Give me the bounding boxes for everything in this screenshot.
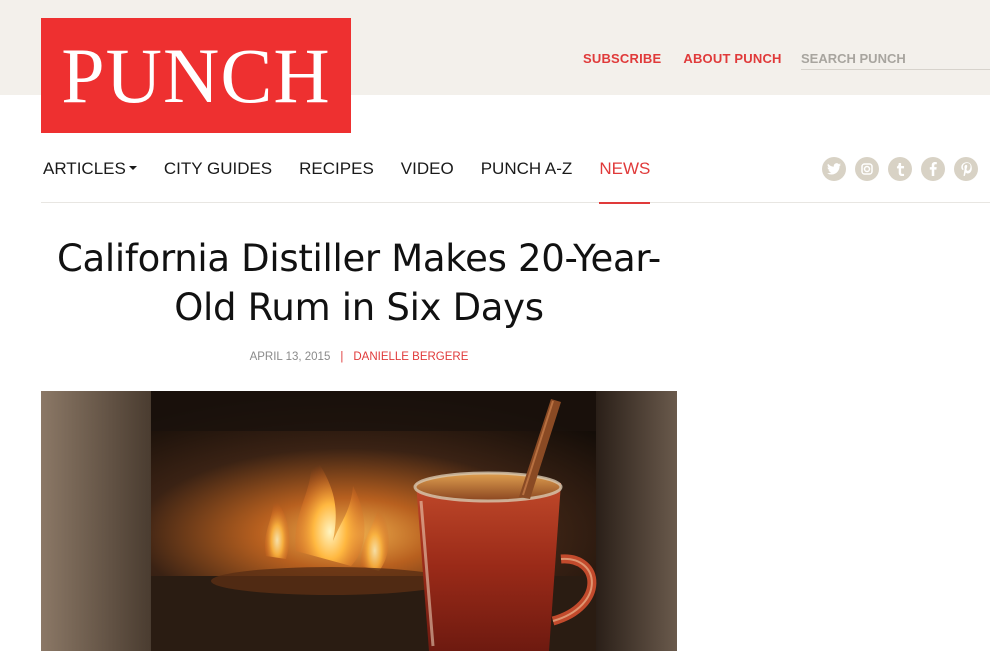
meta-separator: |: [340, 351, 344, 363]
nav-item-recipes[interactable]: RECIPES: [299, 150, 374, 203]
author-link[interactable]: DANIELLE BERGERE: [353, 351, 468, 363]
nav-item-city-guides[interactable]: CITY GUIDES: [164, 150, 272, 203]
utility-nav: SUBSCRIBE ABOUT PUNCH: [583, 51, 804, 66]
social-links: [822, 157, 987, 181]
nav-item-label: VIDEO: [400, 159, 454, 178]
nav-item-label: CITY GUIDES: [163, 159, 273, 178]
hero-image: [41, 391, 677, 651]
nav-item-label: NEWS: [599, 159, 651, 178]
pinterest-icon[interactable]: [954, 157, 978, 181]
instagram-icon[interactable]: [855, 157, 879, 181]
nav-item-punch-a-z[interactable]: PUNCH A-Z: [481, 150, 573, 203]
about-punch-link[interactable]: ABOUT PUNCH: [683, 51, 781, 66]
article-meta: APRIL 13, 2015 | DANIELLE BERGERE: [41, 351, 677, 363]
article-title: California Distiller Makes 20-Year-Old R…: [57, 237, 661, 329]
nav-item-label: PUNCH A-Z: [480, 159, 573, 178]
subscribe-link[interactable]: SUBSCRIBE: [583, 51, 661, 66]
search-box: [801, 48, 990, 70]
nav-item-video[interactable]: VIDEO: [401, 150, 454, 203]
site-logo[interactable]: PUNCH: [41, 18, 351, 133]
nav-item-label: RECIPES: [299, 159, 374, 178]
hero-illustration: [41, 391, 677, 651]
nav-item-articles[interactable]: ARTICLES: [43, 150, 137, 203]
facebook-icon[interactable]: [921, 157, 945, 181]
tumblr-icon[interactable]: [888, 157, 912, 181]
nav-item-news[interactable]: NEWS: [599, 150, 651, 204]
nav-item-label: ARTICLES: [43, 159, 126, 178]
twitter-icon[interactable]: [822, 157, 846, 181]
search-input[interactable]: [801, 48, 990, 69]
article-date: APRIL 13, 2015: [249, 351, 331, 363]
chevron-down-icon: [128, 165, 137, 170]
